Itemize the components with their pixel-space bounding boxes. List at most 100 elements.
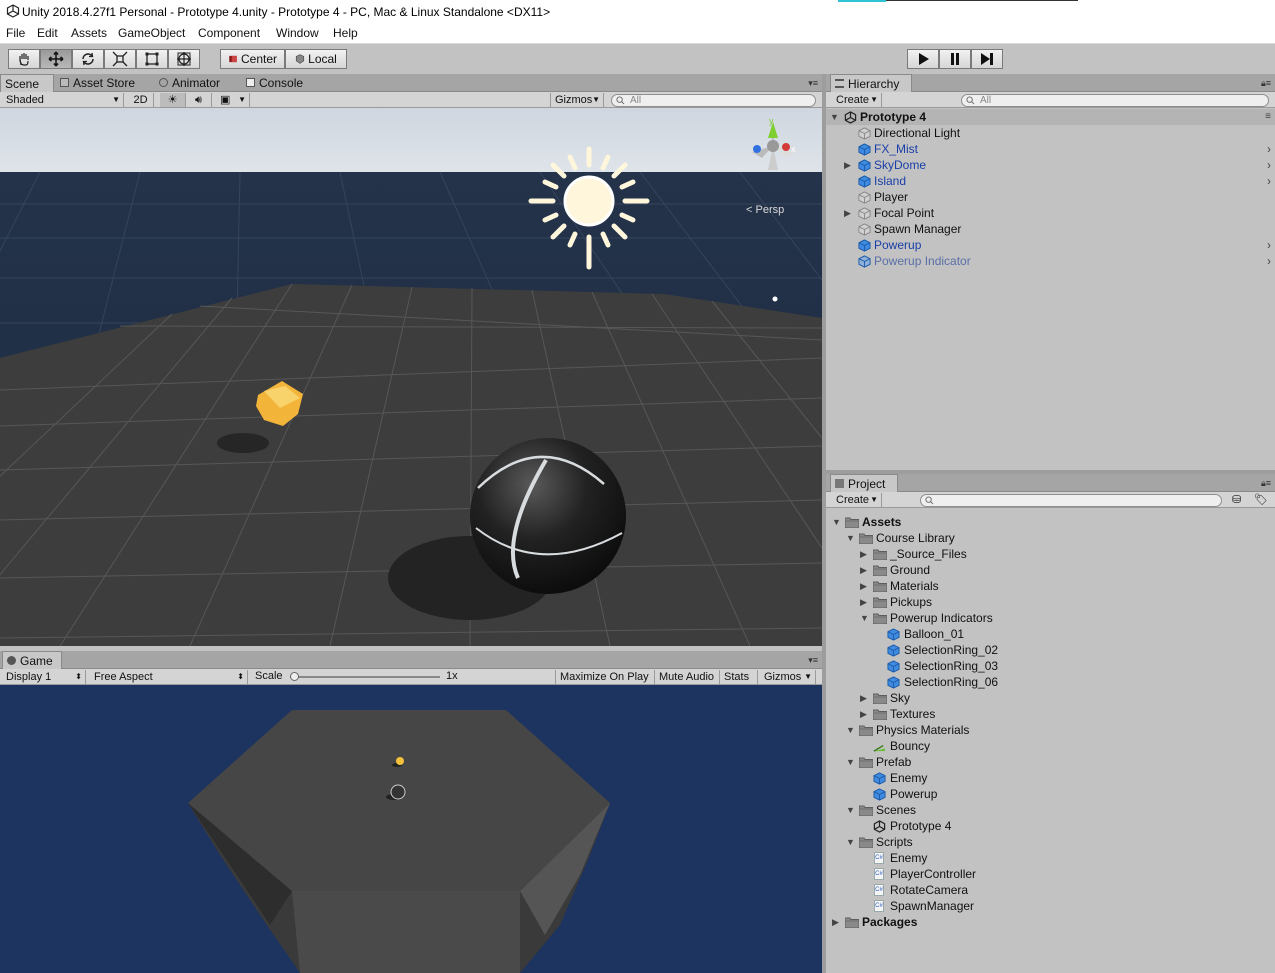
foldout-closed-icon[interactable]: ▶ (844, 205, 854, 221)
menu-window[interactable]: Window (276, 26, 319, 40)
stats-toggle[interactable]: Stats (720, 670, 758, 684)
tab-asset-store[interactable]: Asset Store (56, 74, 139, 91)
panel-menu-icon[interactable]: ▾≡ (808, 78, 818, 89)
menu-assets[interactable]: Assets (71, 26, 107, 40)
menu-gameobject[interactable]: GameObject (118, 26, 185, 40)
foldout-closed-icon[interactable]: ▶ (844, 157, 854, 173)
panel-menu-icon[interactable]: ▾≡ (808, 655, 818, 666)
game-gizmos-dropdown[interactable]: Gizmos ▼ (760, 670, 816, 684)
scene-orientation-gizmo[interactable] (740, 116, 806, 188)
project-tree-item[interactable]: ▼ Physics Materials (826, 722, 1275, 738)
maximize-on-play-toggle[interactable]: Maximize On Play (555, 670, 655, 684)
aspect-dropdown[interactable]: Free Aspect ⬍ (90, 670, 248, 684)
chevron-right-icon[interactable]: › (1267, 141, 1271, 157)
game-viewport[interactable] (0, 685, 822, 973)
hierarchy-scene-row[interactable]: ▼ Prototype 4 ≡ (826, 109, 1275, 125)
hierarchy-item[interactable]: Player (826, 189, 1275, 205)
hierarchy-item[interactable]: Island › (826, 173, 1275, 189)
project-tree-item[interactable]: Powerup (826, 786, 1275, 802)
mute-audio-toggle[interactable]: Mute Audio (655, 670, 720, 684)
project-tree-item[interactable]: ▶ Textures (826, 706, 1275, 722)
project-tree-item[interactable]: ▼ Scenes (826, 802, 1275, 818)
hierarchy-item[interactable]: ▶ SkyDome › (826, 157, 1275, 173)
project-create-dropdown[interactable]: Create ▼ (832, 493, 882, 507)
project-tree-item[interactable]: Balloon_01 (826, 626, 1275, 642)
foldout-closed-icon[interactable]: ▶ (860, 562, 870, 578)
play-button[interactable] (907, 49, 939, 69)
project-tree-item[interactable]: C# Enemy (826, 850, 1275, 866)
lock-icon[interactable]: 🔒︎≡ (1261, 478, 1271, 489)
foldout-open-icon[interactable]: ▼ (846, 802, 856, 818)
hierarchy-item[interactable]: Directional Light (826, 125, 1275, 141)
foldout-open-icon[interactable]: ▼ (846, 530, 856, 546)
effects-dropdown[interactable]: ▣ ▼ (214, 93, 250, 107)
tab-scene[interactable]: Scene (0, 74, 54, 92)
hierarchy-item[interactable]: Powerup › (826, 237, 1275, 253)
display-dropdown[interactable]: Display 1 ⬍ (2, 670, 86, 684)
project-tree-item[interactable]: ▼ Course Library (826, 530, 1275, 546)
move-tool-button[interactable] (40, 49, 72, 69)
rect-tool-button[interactable] (136, 49, 168, 69)
project-tree-item[interactable]: ▼ Scripts (826, 834, 1275, 850)
hierarchy-search-input[interactable]: All (961, 94, 1269, 107)
pivot-local-toggle[interactable]: Local (285, 49, 347, 69)
project-tree-item[interactable]: C# SpawnManager (826, 898, 1275, 914)
hierarchy-item[interactable]: Spawn Manager (826, 221, 1275, 237)
chevron-right-icon[interactable]: › (1267, 253, 1271, 269)
foldout-open-icon[interactable]: ▼ (830, 109, 840, 125)
menu-file[interactable]: File (6, 26, 25, 40)
foldout-closed-icon[interactable]: ▶ (860, 706, 870, 722)
scene-viewport[interactable]: y x < Persp (0, 108, 822, 646)
project-tree-item[interactable]: ▼ Powerup Indicators (826, 610, 1275, 626)
project-tree-item[interactable]: ▶ Sky (826, 690, 1275, 706)
scale-tool-button[interactable] (104, 49, 136, 69)
rotate-tool-button[interactable] (72, 49, 104, 69)
hierarchy-create-dropdown[interactable]: Create ▼ (832, 93, 882, 107)
audio-toggle[interactable]: 🔊︎ (186, 93, 212, 107)
foldout-open-icon[interactable]: ▼ (860, 610, 870, 626)
project-search-input[interactable] (920, 494, 1222, 507)
project-tree-item[interactable]: ▶ Ground (826, 562, 1275, 578)
project-tree-item[interactable]: SelectionRing_02 (826, 642, 1275, 658)
tab-project[interactable]: Project (830, 474, 898, 492)
project-tree-item[interactable]: ▶ _Source_Files (826, 546, 1275, 562)
project-tree-item[interactable]: C# RotateCamera (826, 882, 1275, 898)
tab-console[interactable]: Console (242, 74, 307, 91)
chevron-right-icon[interactable]: › (1267, 173, 1271, 189)
foldout-open-icon[interactable]: ▼ (832, 514, 842, 530)
menu-component[interactable]: Component (198, 26, 260, 40)
foldout-open-icon[interactable]: ▼ (846, 754, 856, 770)
project-tree-item[interactable]: SelectionRing_06 (826, 674, 1275, 690)
scale-slider[interactable] (290, 672, 440, 681)
hierarchy-item[interactable]: ▶ Focal Point (826, 205, 1275, 221)
foldout-closed-icon[interactable]: ▶ (860, 690, 870, 706)
hand-tool-button[interactable] (8, 49, 40, 69)
scene-menu-icon[interactable]: ≡ (1265, 109, 1271, 125)
2d-toggle[interactable]: 2D (128, 93, 154, 107)
pause-button[interactable] (939, 49, 971, 69)
project-tree-item[interactable]: ▶ Materials (826, 578, 1275, 594)
foldout-closed-icon[interactable]: ▶ (860, 546, 870, 562)
lock-icon[interactable]: 🔒︎≡ (1261, 78, 1271, 89)
foldout-closed-icon[interactable]: ▶ (832, 914, 842, 930)
project-tree-item[interactable]: C# PlayerController (826, 866, 1275, 882)
foldout-closed-icon[interactable]: ▶ (860, 578, 870, 594)
project-tree-item[interactable]: SelectionRing_03 (826, 658, 1275, 674)
foldout-closed-icon[interactable]: ▶ (860, 594, 870, 610)
project-tree-item[interactable]: ▶ Packages (826, 914, 1275, 930)
scene-search-input[interactable]: All (611, 94, 816, 107)
filter-by-type-icon[interactable]: ⛁ (1232, 493, 1241, 506)
menu-edit[interactable]: Edit (37, 26, 58, 40)
tab-animator[interactable]: Animator (155, 74, 224, 91)
chevron-right-icon[interactable]: › (1267, 157, 1271, 173)
chevron-right-icon[interactable]: › (1267, 237, 1271, 253)
scale-slider-thumb[interactable] (290, 672, 299, 681)
menu-help[interactable]: Help (333, 26, 358, 40)
foldout-open-icon[interactable]: ▼ (846, 722, 856, 738)
project-tree-item[interactable]: ▼ Assets (826, 514, 1275, 530)
hierarchy-item[interactable]: Powerup Indicator › (826, 253, 1275, 269)
shading-mode-dropdown[interactable]: Shaded ▼ (2, 93, 124, 107)
lighting-toggle[interactable]: ☀ (160, 93, 186, 107)
project-tree-item[interactable]: ▶ Pickups (826, 594, 1275, 610)
gizmos-dropdown[interactable]: Gizmos ▼ (550, 93, 604, 107)
